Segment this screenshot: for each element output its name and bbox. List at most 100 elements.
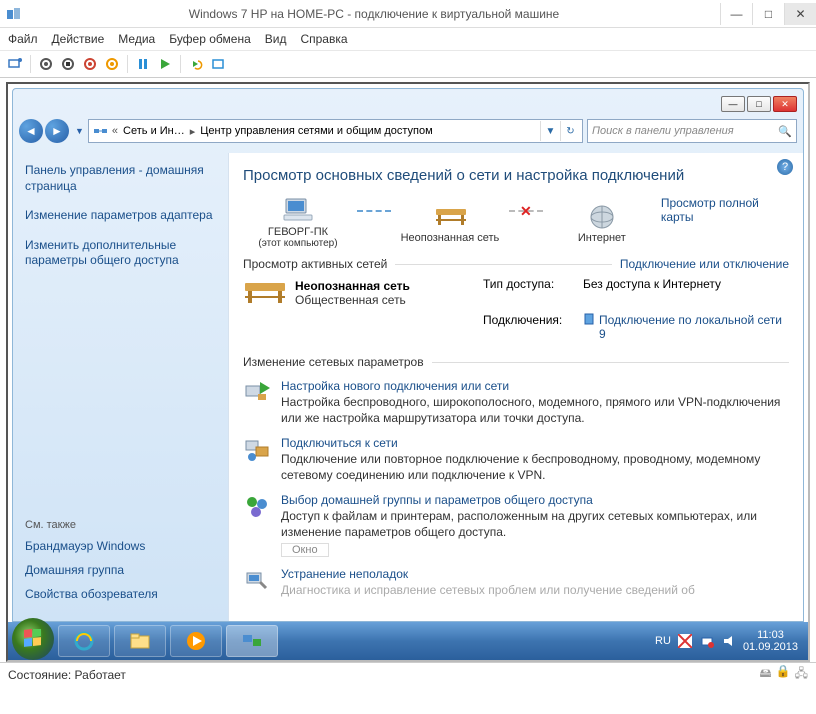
app-icon bbox=[6, 6, 22, 22]
win7-taskbar: RU 11:03 01.09.2013 bbox=[8, 622, 808, 660]
volume-icon[interactable] bbox=[721, 633, 737, 649]
host-toolbar bbox=[0, 50, 816, 78]
network-tray-icon[interactable] bbox=[699, 633, 715, 649]
link-homegroup[interactable]: Домашняя группа bbox=[25, 563, 216, 577]
active-network-row: Неопознанная сеть Общественная сеть Тип … bbox=[243, 277, 789, 341]
content-pane: ? Просмотр основных сведений о сети и на… bbox=[228, 153, 803, 621]
dropdown-icon[interactable]: ▼ bbox=[75, 126, 84, 136]
map-this-pc: ГЕВОРГ-ПК (этот компьютер) bbox=[243, 196, 353, 249]
host-menubar: Файл Действие Медиа Буфер обмена Вид Спр… bbox=[0, 28, 816, 50]
lang-indicator[interactable]: RU bbox=[655, 635, 671, 647]
win7-window: — □ ✕ ◄ ► ▼ « Сеть и Ин… ▸ Центр управле… bbox=[12, 88, 804, 622]
sidebar-adapter-settings[interactable]: Изменение параметров адаптера bbox=[25, 208, 216, 224]
taskbar-control-panel[interactable] bbox=[226, 625, 278, 657]
system-tray: RU 11:03 01.09.2013 bbox=[655, 629, 804, 653]
map-network: Неопознанная сеть bbox=[395, 202, 505, 244]
taskbar-wmp[interactable] bbox=[170, 625, 222, 657]
host-title: Windows 7 HP на HOME-PC - подключение к … bbox=[28, 7, 720, 21]
menu-media[interactable]: Медиа bbox=[118, 32, 155, 46]
disk-icon: 🖴 bbox=[760, 664, 772, 685]
map-pc-sub: (этот компьютер) bbox=[258, 238, 337, 249]
pause-icon[interactable] bbox=[134, 55, 152, 73]
active-nets-header: Просмотр активных сетей Подключение или … bbox=[243, 257, 789, 271]
snapshot-icon[interactable] bbox=[103, 55, 121, 73]
sidebar-home[interactable]: Панель управления - домашняя страница bbox=[25, 163, 216, 194]
network-type[interactable]: Общественная сеть bbox=[295, 293, 410, 307]
ctrl-alt-del-icon[interactable] bbox=[6, 55, 24, 73]
stop-icon[interactable] bbox=[59, 55, 77, 73]
taskbar-ie[interactable] bbox=[58, 625, 110, 657]
refresh-icon[interactable]: ↻ bbox=[560, 121, 580, 141]
disconnected-icon: ✕ bbox=[520, 203, 532, 220]
host-statusbar: Состояние: Работает 🖴 🔒 🖧 bbox=[0, 662, 816, 686]
menu-clipboard[interactable]: Буфер обмена bbox=[169, 32, 251, 46]
forward-button[interactable]: ► bbox=[45, 119, 69, 143]
flag-icon[interactable] bbox=[677, 633, 693, 649]
lock-icon: 🔒 bbox=[776, 664, 791, 685]
network-icon bbox=[93, 123, 109, 139]
sidebar: Панель управления - домашняя страница Из… bbox=[13, 153, 228, 621]
host-minimize-button[interactable]: — bbox=[720, 3, 752, 25]
host-maximize-button[interactable]: □ bbox=[752, 3, 784, 25]
option-troubleshoot[interactable]: Устранение неполадок Диагностика и испра… bbox=[243, 567, 789, 599]
crumb-sharing-center[interactable]: Центр управления сетями и общим доступом bbox=[196, 125, 436, 137]
play-icon[interactable] bbox=[156, 55, 174, 73]
computer-icon bbox=[282, 196, 314, 226]
nic-icon bbox=[583, 313, 595, 341]
sidebar-advanced-sharing[interactable]: Изменить дополнительные параметры общего… bbox=[25, 238, 216, 269]
win7-titlebar[interactable]: — □ ✕ bbox=[13, 89, 803, 115]
map-net-name: Неопознанная сеть bbox=[401, 232, 500, 244]
change-settings-header: Изменение сетевых параметров bbox=[243, 355, 789, 369]
link-internet-options[interactable]: Свойства обозревателя bbox=[25, 587, 216, 601]
map-internet-label: Интернет bbox=[578, 232, 626, 244]
full-map-link[interactable]: Просмотр полной карты bbox=[661, 196, 789, 224]
option-new-connection[interactable]: Настройка нового подключения или сети На… bbox=[243, 379, 789, 426]
taskbar-explorer[interactable] bbox=[114, 625, 166, 657]
revert-icon[interactable] bbox=[187, 55, 205, 73]
address-bar[interactable]: « Сеть и Ин… ▸ Центр управления сетями и… bbox=[88, 119, 583, 143]
explorer-navbar: ◄ ► ▼ « Сеть и Ин… ▸ Центр управления се… bbox=[19, 115, 797, 147]
globe-icon bbox=[586, 202, 618, 232]
crumb-network[interactable]: Сеть и Ин… bbox=[119, 125, 189, 137]
menu-file[interactable]: Файл bbox=[8, 32, 38, 46]
page-title: Просмотр основных сведений о сети и наст… bbox=[243, 167, 789, 184]
map-internet: Интернет bbox=[547, 202, 657, 244]
network-name: Неопознанная сеть bbox=[295, 279, 410, 293]
record-icon[interactable] bbox=[37, 55, 55, 73]
map-pc-name: ГЕВОРГ-ПК bbox=[268, 226, 328, 238]
connections-label: Подключения: bbox=[483, 313, 583, 341]
win-close-button[interactable]: ✕ bbox=[773, 96, 797, 112]
connect-icon bbox=[243, 436, 271, 464]
option-connect-network[interactable]: Подключиться к сети Подключение или повт… bbox=[243, 436, 789, 483]
bench-icon bbox=[243, 277, 287, 309]
back-button[interactable]: ◄ bbox=[19, 119, 43, 143]
bench-icon bbox=[434, 202, 466, 232]
troubleshoot-icon bbox=[243, 567, 271, 595]
link-firewall[interactable]: Брандмауэр Windows bbox=[25, 539, 216, 553]
new-connection-icon bbox=[243, 379, 271, 407]
homegroup-icon bbox=[243, 493, 271, 521]
connect-disconnect-link[interactable]: Подключение или отключение bbox=[620, 257, 789, 271]
okno-hint: Окно bbox=[281, 543, 329, 557]
menu-help[interactable]: Справка bbox=[300, 32, 347, 46]
fullscreen-icon[interactable] bbox=[209, 55, 227, 73]
status-text: Состояние: Работает bbox=[8, 668, 126, 682]
connection-link[interactable]: Подключение по локальной сети 9 bbox=[599, 313, 789, 341]
start-button[interactable] bbox=[12, 618, 54, 660]
search-icon[interactable]: 🔍 bbox=[778, 125, 792, 138]
access-label: Тип доступа: bbox=[483, 277, 583, 309]
menu-view[interactable]: Вид bbox=[265, 32, 287, 46]
menu-action[interactable]: Действие bbox=[52, 32, 105, 46]
shutdown-icon[interactable] bbox=[81, 55, 99, 73]
address-dropdown-icon[interactable]: ▼ bbox=[540, 121, 560, 141]
search-input[interactable]: Поиск в панели управления 🔍 bbox=[587, 119, 797, 143]
win-maximize-button[interactable]: □ bbox=[747, 96, 771, 112]
access-value: Без доступа к Интернету bbox=[583, 277, 789, 309]
help-icon[interactable]: ? bbox=[777, 159, 793, 175]
host-close-button[interactable]: ✕ bbox=[784, 3, 816, 25]
win-minimize-button[interactable]: — bbox=[721, 96, 745, 112]
see-also-label: См. также bbox=[25, 519, 216, 531]
option-homegroup[interactable]: Выбор домашней группы и параметров общег… bbox=[243, 493, 789, 556]
clock[interactable]: 11:03 01.09.2013 bbox=[743, 629, 798, 653]
network-map: ГЕВОРГ-ПК (этот компьютер) Неопознанная … bbox=[243, 196, 789, 249]
